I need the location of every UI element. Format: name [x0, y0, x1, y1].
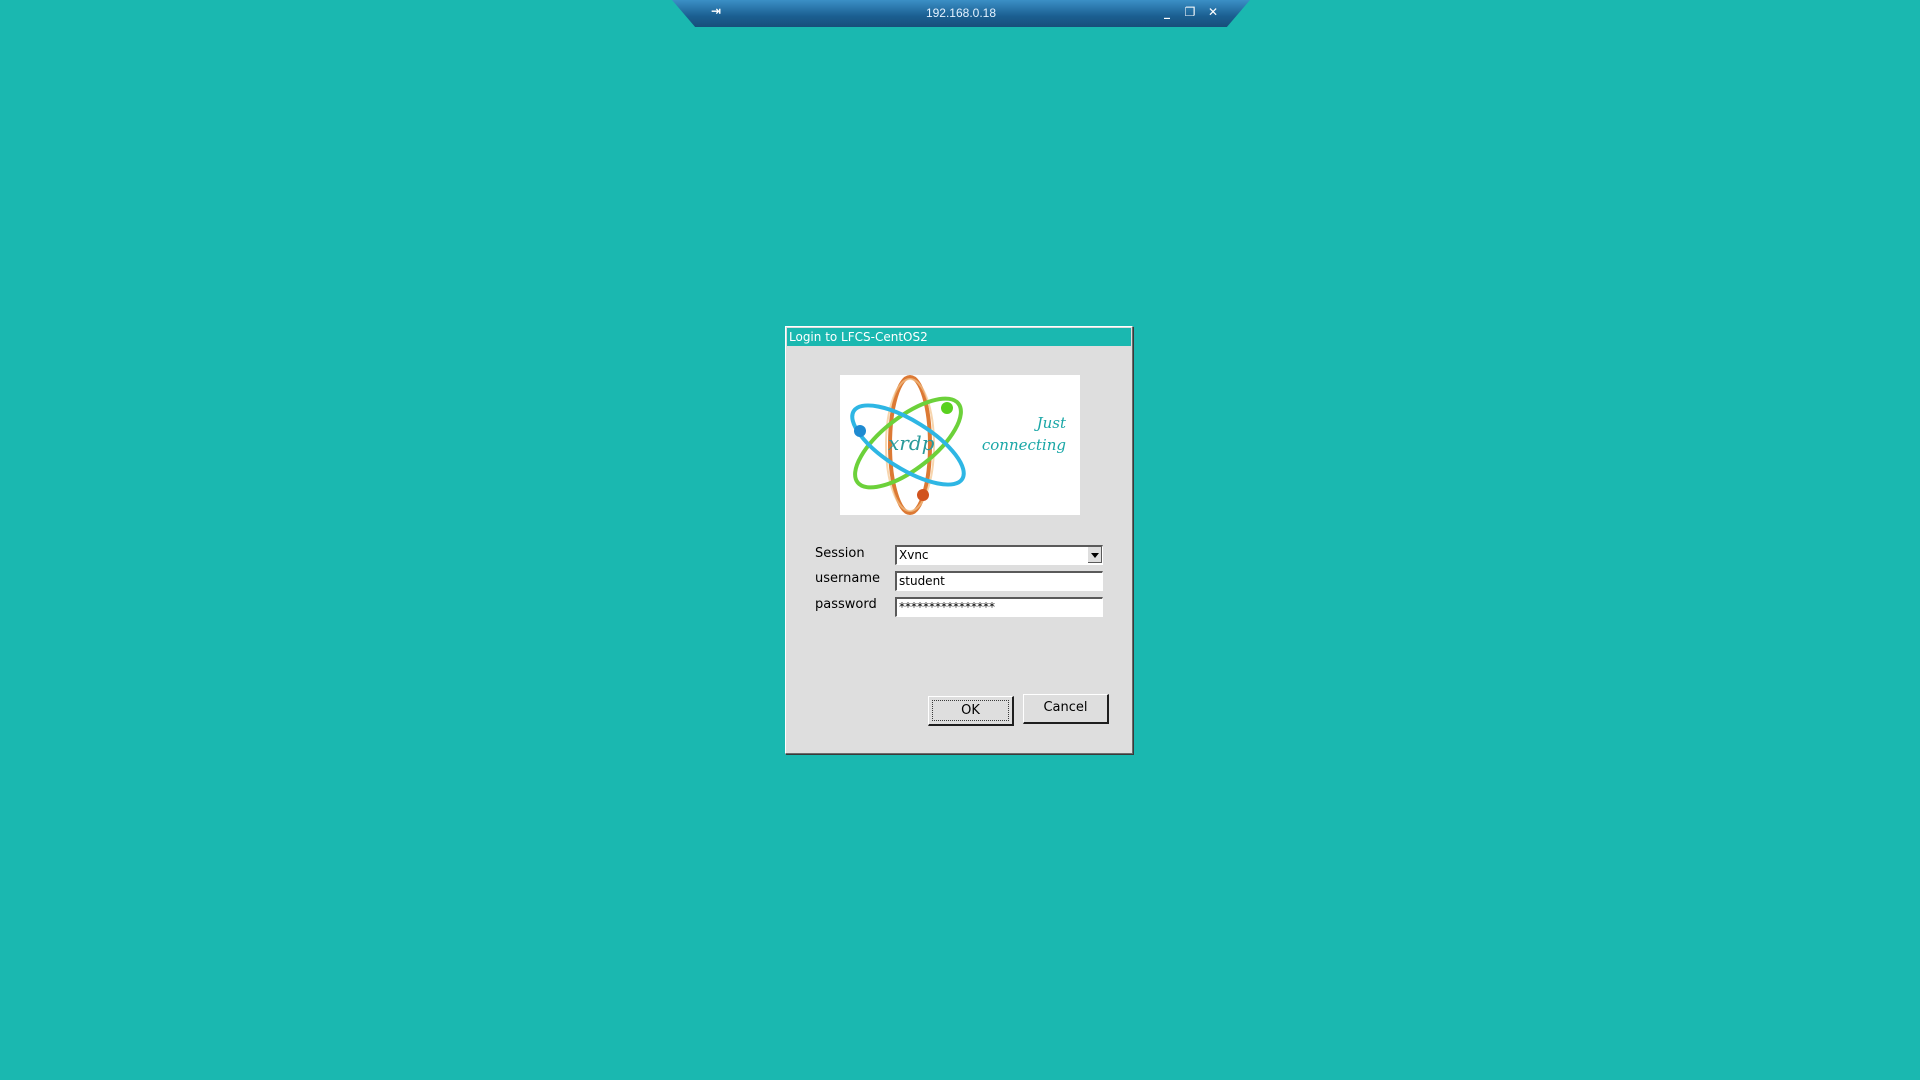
logo-wordmark: xrdp: [888, 431, 935, 455]
dropdown-arrow-icon[interactable]: [1087, 547, 1102, 563]
ok-button-label: OK: [932, 700, 1009, 721]
login-dialog: Login to LFCS-CentOS2 xrdp Just connecti…: [785, 326, 1133, 754]
desktop-background: ⇥ 192.168.0.18 _ ❐ ✕ Login to LFCS-CentO…: [0, 0, 1920, 1080]
dialog-title[interactable]: Login to LFCS-CentOS2: [787, 328, 1131, 346]
password-field[interactable]: ****************: [895, 597, 1103, 617]
connection-bar: ⇥ 192.168.0.18 _ ❐ ✕: [672, 0, 1250, 27]
password-label: password: [815, 597, 877, 612]
logo-tagline-line1: Just: [1034, 414, 1067, 432]
xrdp-logo: xrdp Just connecting: [840, 375, 1080, 515]
minimize-icon[interactable]: _: [1158, 3, 1176, 21]
session-value: Xvnc: [899, 548, 929, 562]
cancel-button[interactable]: Cancel: [1023, 694, 1109, 724]
xrdp-logo-graphic: xrdp Just connecting: [850, 375, 1067, 515]
username-field[interactable]: student: [895, 571, 1103, 591]
restore-icon[interactable]: ❐: [1181, 3, 1199, 21]
close-icon[interactable]: ✕: [1204, 3, 1222, 21]
logo-tagline-line2: connecting: [982, 436, 1066, 454]
ok-button[interactable]: OK: [928, 696, 1014, 726]
session-select[interactable]: Xvnc: [895, 545, 1103, 565]
session-label: Session: [815, 546, 865, 561]
username-label: username: [815, 571, 880, 586]
